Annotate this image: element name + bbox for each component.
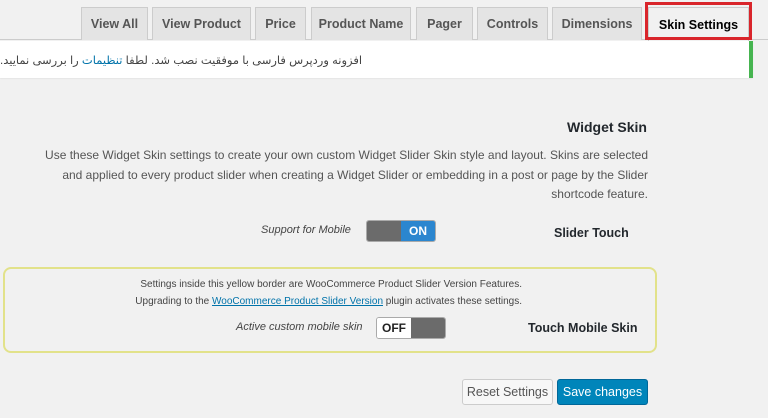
pro-box-line-1: Settings inside this yellow border are W… (140, 279, 522, 290)
slider-touch-label: Slider Touch (554, 226, 629, 240)
toggle-state-label: ON (401, 221, 435, 241)
tab-view-product[interactable]: View Product (152, 7, 251, 40)
tab-dimensions[interactable]: Dimensions (552, 7, 642, 40)
toggle-knob (411, 318, 445, 338)
tab-controls[interactable]: Controls (477, 7, 548, 40)
tab-price[interactable]: Price (255, 7, 306, 40)
toggle-knob (367, 221, 401, 241)
pro-version-link[interactable]: WooCommerce Product Slider Version (212, 296, 383, 307)
touch-mobile-skin-label: Touch Mobile Skin (528, 321, 638, 335)
tab-product-name[interactable]: Product Name (311, 7, 411, 40)
pro-box-line-2: Upgrading to the WooCommerce Product Sli… (135, 296, 522, 307)
reset-settings-button[interactable]: Reset Settings (462, 379, 553, 405)
section-description: Use these Widget Skin settings to create… (45, 148, 648, 201)
mobile-skin-toggle[interactable]: OFF (376, 317, 446, 339)
slider-touch-hint: Support for Mobile (261, 224, 351, 236)
tab-view-all[interactable]: View All (81, 7, 148, 40)
mobile-skin-hint: Active custom mobile skin (236, 321, 363, 333)
notice-settings-link[interactable]: تنظیمات (82, 55, 123, 67)
save-changes-button[interactable]: Save changes (557, 379, 648, 405)
tab-pager[interactable]: Pager (416, 7, 473, 40)
settings-tabs: View All View Product Price Product Name… (0, 0, 768, 41)
admin-notice: افزونه وردپرس فارسی با موفقیت نصب شد. لط… (0, 41, 753, 78)
slider-touch-toggle[interactable]: ON (366, 220, 436, 242)
notice-text: افزونه وردپرس فارسی با موفقیت نصب شد. لط… (0, 54, 363, 67)
section-title: Widget Skin (567, 119, 647, 135)
toggle-state-label: OFF (377, 318, 411, 338)
tab-skin-settings[interactable]: Skin Settings (648, 7, 749, 41)
